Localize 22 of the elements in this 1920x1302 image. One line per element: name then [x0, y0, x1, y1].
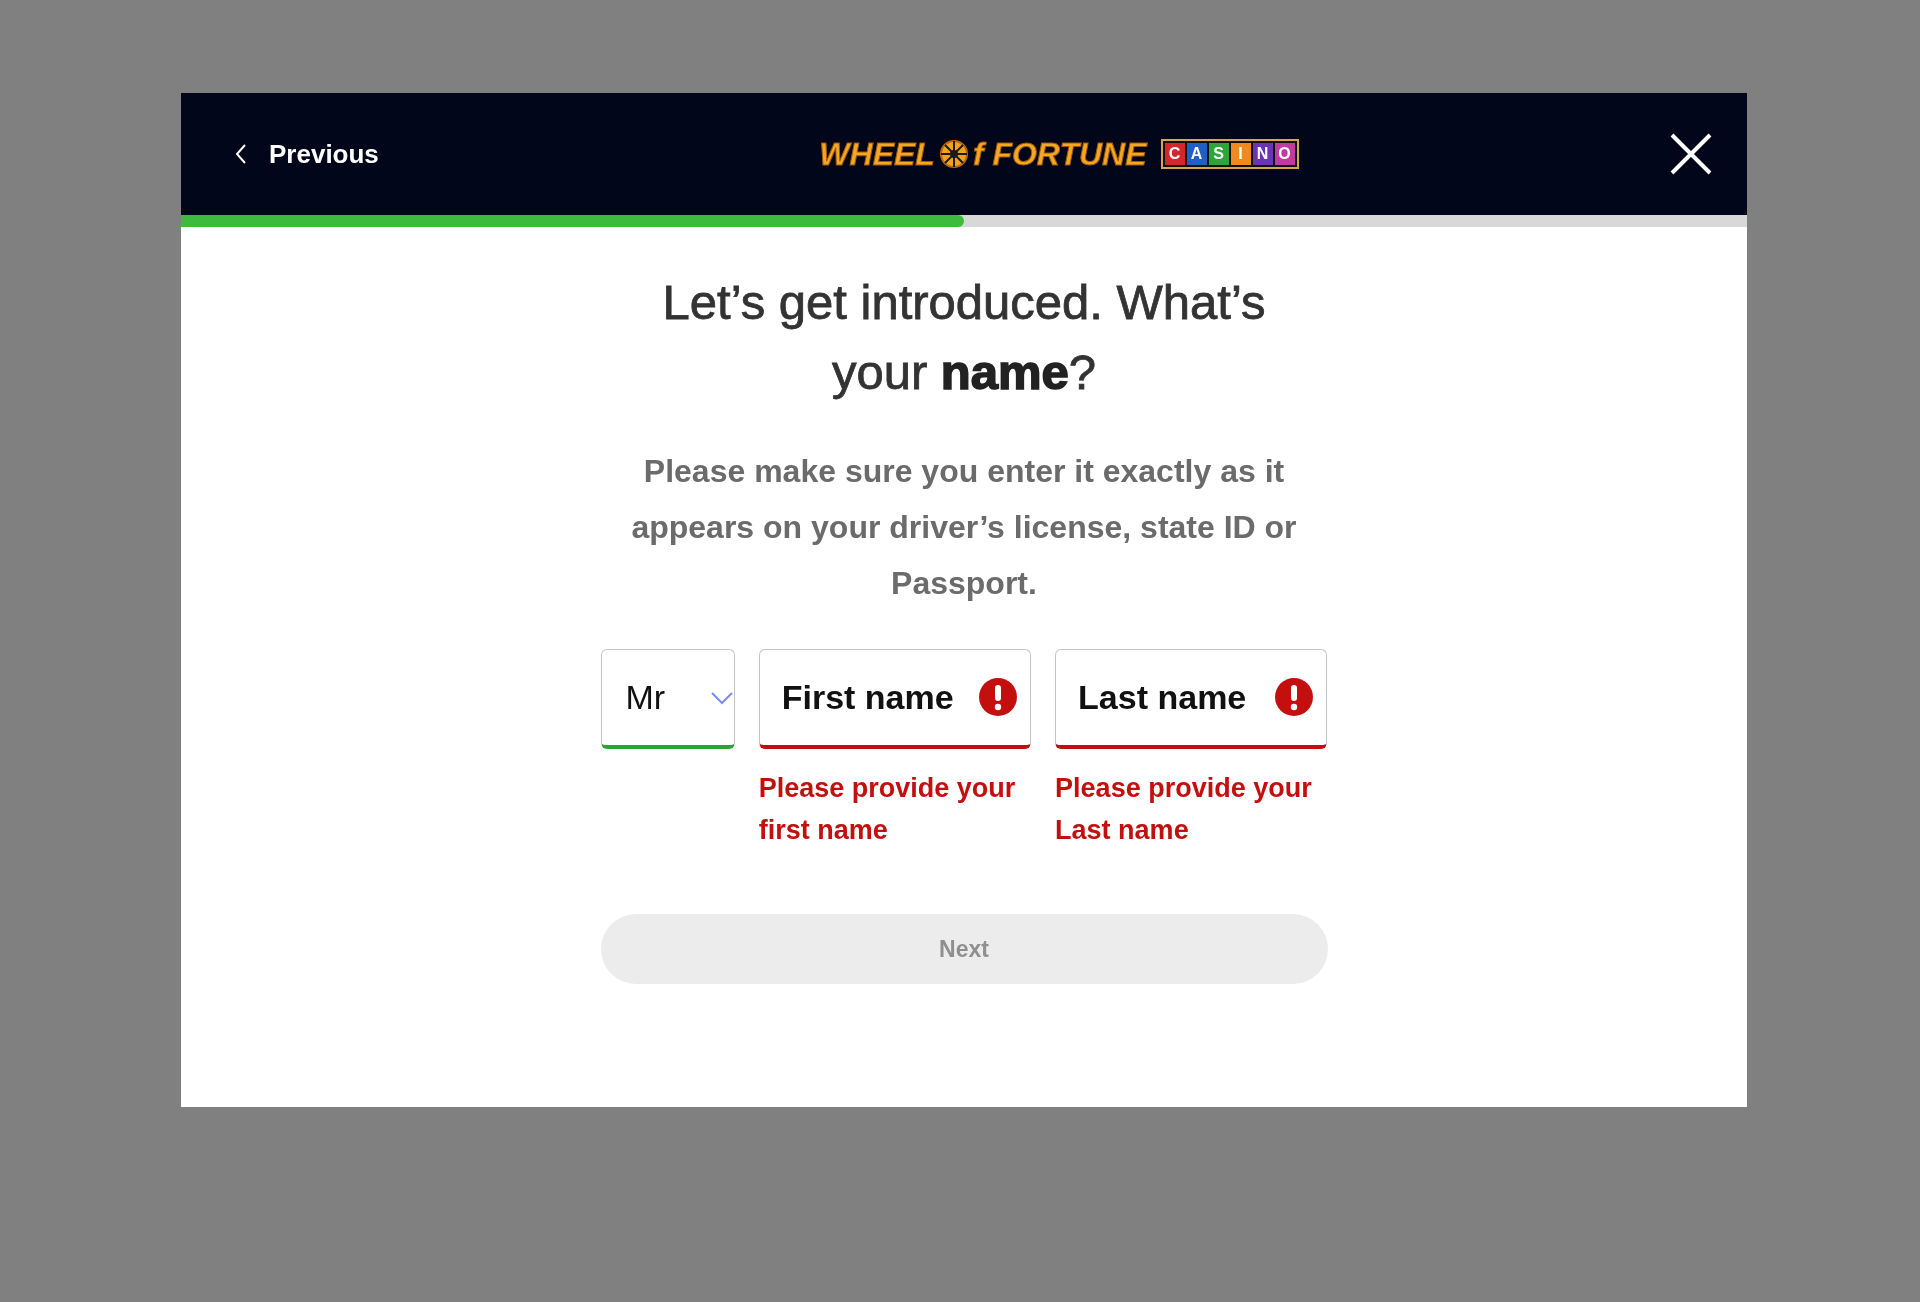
error-message: Please provide your Last name — [1055, 772, 1313, 847]
logo: WHEEL f FORTUNE C A S I N O — [819, 135, 1299, 173]
casino-letter: A — [1186, 143, 1207, 165]
close-icon — [1669, 132, 1713, 176]
error-icon — [979, 678, 1018, 716]
close-button[interactable] — [1669, 132, 1713, 176]
heading: Let’s get introduced. What’s your name? — [661, 274, 1267, 401]
name-field[interactable]: First name — [758, 649, 1032, 749]
error-icon — [1275, 678, 1314, 716]
wheel-icon — [938, 139, 969, 169]
casino-letter: I — [1230, 143, 1251, 165]
casino-letter: C — [1164, 143, 1185, 165]
chevron-left-icon — [235, 143, 247, 165]
instructions-text: Please make sure you enter it exactly as it appears on your driver’s license, state ID or Passport. — [630, 452, 1298, 603]
title-select[interactable]: Mr — [600, 649, 735, 749]
previous-button[interactable]: Previous — [235, 138, 379, 170]
name-field[interactable]: Last name — [1055, 649, 1328, 749]
casino-letter: O — [1274, 143, 1295, 165]
chevron-down-icon — [709, 690, 734, 705]
casino-letter: N — [1252, 143, 1273, 165]
error-message: Please provide your first name — [758, 772, 1017, 847]
casino-letter: S — [1208, 143, 1229, 165]
